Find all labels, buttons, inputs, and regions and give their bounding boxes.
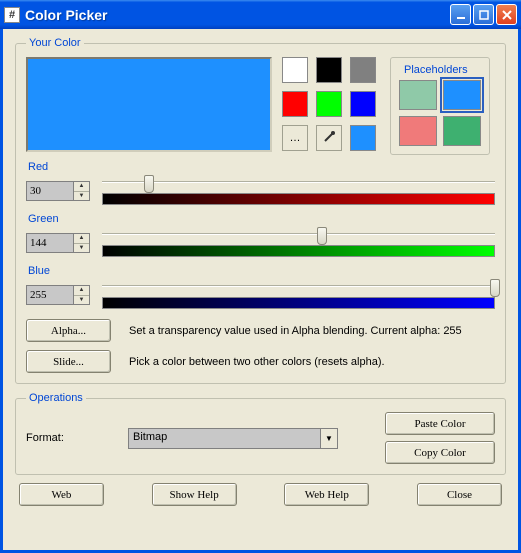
blue-label: Blue <box>28 265 495 277</box>
placeholder-swatch[interactable] <box>399 80 437 110</box>
slider-thumb[interactable] <box>317 227 327 245</box>
green-slider[interactable] <box>102 227 495 259</box>
placeholders-group: Placeholders <box>390 57 490 155</box>
show-help-button[interactable]: Show Help <box>152 483 237 506</box>
eyedropper-icon <box>322 130 336 147</box>
titlebar: # Color Picker <box>0 0 521 29</box>
web-help-button[interactable]: Web Help <box>284 483 369 506</box>
app-icon: # <box>4 7 20 23</box>
slide-description: Pick a color between two other colors (r… <box>129 356 385 368</box>
alpha-button[interactable]: Alpha... <box>26 319 111 342</box>
slider-thumb[interactable] <box>490 279 500 297</box>
blue-spinner[interactable]: ▲▼ <box>26 285 90 305</box>
chevron-down-icon: ▼ <box>320 429 337 448</box>
window-title: Color Picker <box>25 7 450 23</box>
close-window-button[interactable] <box>496 4 517 25</box>
red-value-input[interactable] <box>27 182 73 200</box>
format-value: Bitmap <box>129 429 320 448</box>
color-preview <box>26 57 272 152</box>
swatch[interactable] <box>350 91 376 117</box>
swatch[interactable] <box>316 57 342 83</box>
blue-slider[interactable] <box>102 279 495 311</box>
spinner-up-icon[interactable]: ▲ <box>74 182 89 192</box>
red-gradient <box>102 193 495 205</box>
swatch[interactable] <box>282 57 308 83</box>
operations-legend: Operations <box>26 392 86 404</box>
spinner-up-icon[interactable]: ▲ <box>74 286 89 296</box>
green-spinner[interactable]: ▲▼ <box>26 233 90 253</box>
spinner-down-icon[interactable]: ▼ <box>74 192 89 201</box>
paste-color-button[interactable]: Paste Color <box>385 412 495 435</box>
blue-value-input[interactable] <box>27 286 73 304</box>
red-spinner[interactable]: ▲▼ <box>26 181 90 201</box>
format-combobox[interactable]: Bitmap ▼ <box>128 428 338 449</box>
green-gradient <box>102 245 495 257</box>
your-color-group: Your Color … <box>15 37 506 384</box>
copy-color-button[interactable]: Copy Color <box>385 441 495 464</box>
swatch[interactable] <box>282 91 308 117</box>
swatch[interactable] <box>350 57 376 83</box>
placeholder-swatch[interactable] <box>399 116 437 146</box>
placeholder-swatch[interactable] <box>443 80 481 110</box>
maximize-button[interactable] <box>473 4 494 25</box>
operations-group: Operations Format: Bitmap ▼ Paste Color … <box>15 392 506 475</box>
red-label: Red <box>28 161 495 173</box>
current-color-swatch[interactable] <box>350 125 376 151</box>
web-button[interactable]: Web <box>19 483 104 506</box>
blue-gradient <box>102 297 495 309</box>
green-label: Green <box>28 213 495 225</box>
eyedropper-button[interactable] <box>316 125 342 151</box>
more-swatch-button[interactable]: … <box>282 125 308 151</box>
spinner-up-icon[interactable]: ▲ <box>74 234 89 244</box>
spinner-down-icon[interactable]: ▼ <box>74 244 89 253</box>
your-color-legend: Your Color <box>26 37 84 49</box>
swatch[interactable] <box>316 91 342 117</box>
green-value-input[interactable] <box>27 234 73 252</box>
ellipsis-icon: … <box>290 132 301 144</box>
close-button[interactable]: Close <box>417 483 502 506</box>
spinner-down-icon[interactable]: ▼ <box>74 296 89 305</box>
red-slider[interactable] <box>102 175 495 207</box>
slider-thumb[interactable] <box>144 175 154 193</box>
minimize-button[interactable] <box>450 4 471 25</box>
placeholders-legend: Placeholders <box>401 64 471 76</box>
alpha-description: Set a transparency value used in Alpha b… <box>129 325 462 337</box>
slide-button[interactable]: Slide... <box>26 350 111 373</box>
format-label: Format: <box>26 432 116 444</box>
placeholder-swatch[interactable] <box>443 116 481 146</box>
